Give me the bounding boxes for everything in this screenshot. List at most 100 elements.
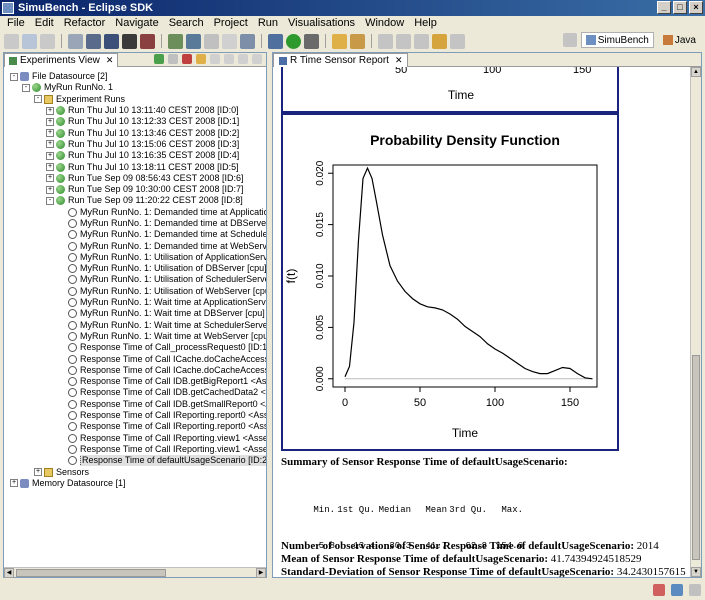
scroll-up-icon[interactable]: ▲ — [691, 67, 701, 77]
scroll-down-icon[interactable]: ▼ — [691, 567, 701, 577]
tree-item[interactable]: + Run Thu Jul 10 13:13:46 CEST 2008 [ID:2… — [4, 127, 266, 138]
maximize-button[interactable]: □ — [673, 1, 687, 14]
add-icon[interactable] — [154, 54, 164, 64]
scroll-right-icon[interactable]: ▶ — [256, 568, 266, 578]
tree-item[interactable]: + Sensors — [4, 466, 266, 477]
menu-file[interactable]: File — [3, 17, 29, 29]
tool-icon-5[interactable] — [140, 33, 155, 49]
nav-icon-3[interactable] — [414, 33, 429, 49]
tree-item[interactable]: MyRun RunNo. 1: Utilisation of WebServer… — [4, 286, 266, 297]
tool-icon-10[interactable] — [240, 33, 255, 49]
tab-experiments-view[interactable]: Experiments View ✕ — [4, 53, 119, 67]
tree-item[interactable]: Response Time of Call IReporting.view1 <… — [4, 433, 266, 444]
tree-item[interactable]: + Run Thu Jul 10 13:12:33 CEST 2008 [ID:1… — [4, 116, 266, 127]
tree-item[interactable]: Response Time of Call IReporting.report0… — [4, 421, 266, 432]
expand-icon[interactable]: + — [46, 185, 54, 194]
tool-icon-3[interactable] — [104, 33, 119, 49]
status-icon-1[interactable] — [653, 584, 665, 596]
expand-icon[interactable]: + — [34, 468, 42, 477]
back-arrow-icon[interactable] — [432, 33, 447, 49]
expand-icon[interactable]: + — [46, 174, 54, 183]
nav-icon-2[interactable] — [396, 33, 411, 49]
tree-item[interactable]: + Run Tue Sep 09 08:56:43 CEST 2008 [ID:6… — [4, 173, 266, 184]
tree-item[interactable]: Response Time of Call IReporting.report0… — [4, 410, 266, 421]
nav-icon-1[interactable] — [378, 33, 393, 49]
expand-icon[interactable]: + — [46, 151, 54, 160]
menu-run[interactable]: Run — [254, 17, 282, 29]
perspective-simubench[interactable]: SimuBench — [580, 32, 654, 48]
expand-icon[interactable]: + — [46, 106, 54, 115]
tree-item[interactable]: Response Time of Call IDB.getCachedData2… — [4, 387, 266, 398]
new-icon[interactable] — [4, 33, 19, 49]
delete-icon[interactable] — [182, 54, 192, 64]
status-icon-2[interactable] — [671, 584, 683, 596]
pencil-icon[interactable] — [350, 33, 365, 49]
tree-item[interactable]: MyRun RunNo. 1: Demanded time at WebServ… — [4, 240, 266, 251]
save-icon[interactable] — [22, 33, 37, 49]
close-button[interactable]: × — [689, 1, 703, 14]
tree-item[interactable]: + Run Thu Jul 10 13:16:35 CEST 2008 [ID:4… — [4, 150, 266, 161]
menu-edit[interactable]: Edit — [31, 17, 58, 29]
debug-icon[interactable] — [268, 33, 283, 49]
expand-icon[interactable]: + — [46, 163, 54, 172]
tree-item[interactable]: MyRun RunNo. 1: Utilisation of Scheduler… — [4, 274, 266, 285]
tree-item[interactable]: MyRun RunNo. 1: Wait time at WebServer [… — [4, 331, 266, 342]
tree-item[interactable]: + Run Thu Jul 10 13:18:11 CEST 2008 [ID:5… — [4, 161, 266, 172]
menu-refactor[interactable]: Refactor — [60, 17, 110, 29]
tree-item[interactable]: Response Time of Call ICache.doCacheAcce… — [4, 365, 266, 376]
collapse-icon[interactable]: - — [34, 95, 42, 104]
collapse-icon[interactable]: - — [10, 72, 18, 81]
tree-item[interactable]: MyRun RunNo. 1: Demanded time at Schedul… — [4, 229, 266, 240]
print-icon[interactable] — [40, 33, 55, 49]
tree-item[interactable]: - Experiment Runs — [4, 94, 266, 105]
tree-item[interactable]: Response Time of Call IDB.getSmallReport… — [4, 399, 266, 410]
minimize-view-icon[interactable] — [238, 54, 248, 64]
tree-item[interactable]: Response Time of Call IDB.getBigReport1 … — [4, 376, 266, 387]
menu-window[interactable]: Window — [361, 17, 408, 29]
scrollbar-thumb[interactable] — [692, 355, 700, 560]
scroll-left-icon[interactable]: ◀ — [4, 568, 14, 578]
tree-item[interactable]: + Memory Datasource [1] — [4, 478, 266, 489]
tool-icon-7[interactable] — [186, 33, 201, 49]
tree-item[interactable]: MyRun RunNo. 1: Wait time at SchedulerSe… — [4, 320, 266, 331]
menu-search[interactable]: Search — [165, 17, 208, 29]
tree-item[interactable]: Response Time of Call ICache.doCacheAcce… — [4, 353, 266, 364]
collapse-all-icon[interactable] — [210, 54, 220, 64]
collapse-icon[interactable]: - — [46, 196, 54, 205]
tree-item[interactable]: + Run Thu Jul 10 13:11:40 CEST 2008 [ID:0… — [4, 105, 266, 116]
tree-item[interactable]: + Run Tue Sep 09 10:30:00 CEST 2008 [ID:7… — [4, 184, 266, 195]
tool-icon-4[interactable] — [122, 33, 137, 49]
expand-icon[interactable]: + — [10, 479, 18, 488]
tree-item[interactable]: + Run Thu Jul 10 13:15:06 CEST 2008 [ID:3… — [4, 139, 266, 150]
tool-icon-8[interactable] — [204, 33, 219, 49]
tree-item[interactable]: MyRun RunNo. 1: Utilisation of Applicati… — [4, 252, 266, 263]
tree-item[interactable]: MyRun RunNo. 1: Demanded time at Applica… — [4, 207, 266, 218]
link-icon[interactable] — [196, 54, 206, 64]
tree-item[interactable]: - File Datasource [2] — [4, 71, 266, 82]
tool-icon-6[interactable] — [168, 33, 183, 49]
menu-help[interactable]: Help — [410, 17, 441, 29]
tree-item[interactable]: Response Time of defaultUsageScenario [I… — [4, 455, 266, 467]
external-tools-icon[interactable] — [304, 33, 319, 49]
tool-icon-9[interactable] — [222, 33, 237, 49]
tree-item[interactable]: MyRun RunNo. 1: Wait time at Application… — [4, 297, 266, 308]
tool-icon-2[interactable] — [86, 33, 101, 49]
refresh-icon[interactable] — [168, 54, 178, 64]
vertical-scrollbar[interactable]: ▲ ▼ — [690, 67, 701, 577]
status-icon-3[interactable] — [689, 584, 701, 596]
open-folder-icon[interactable] — [332, 33, 347, 49]
close-tab-icon[interactable]: ✕ — [106, 55, 114, 66]
scrollbar-thumb[interactable] — [16, 569, 166, 577]
expand-icon[interactable]: + — [46, 129, 54, 138]
menu-visualisations[interactable]: Visualisations — [284, 17, 359, 29]
menu-project[interactable]: Project — [210, 17, 252, 29]
horizontal-scrollbar[interactable]: ◀ ▶ — [4, 567, 266, 578]
tree-item[interactable]: - MyRun RunNo. 1 — [4, 82, 266, 93]
minimize-button[interactable]: _ — [657, 1, 671, 14]
collapse-icon[interactable]: - — [22, 83, 30, 92]
tree-item[interactable]: MyRun RunNo. 1: Demanded time at DBServe… — [4, 218, 266, 229]
perspective-java[interactable]: Java — [658, 32, 701, 48]
close-tab-icon[interactable]: ✕ — [395, 55, 403, 66]
tool-icon-1[interactable] — [68, 33, 83, 49]
expand-icon[interactable]: + — [46, 140, 54, 149]
